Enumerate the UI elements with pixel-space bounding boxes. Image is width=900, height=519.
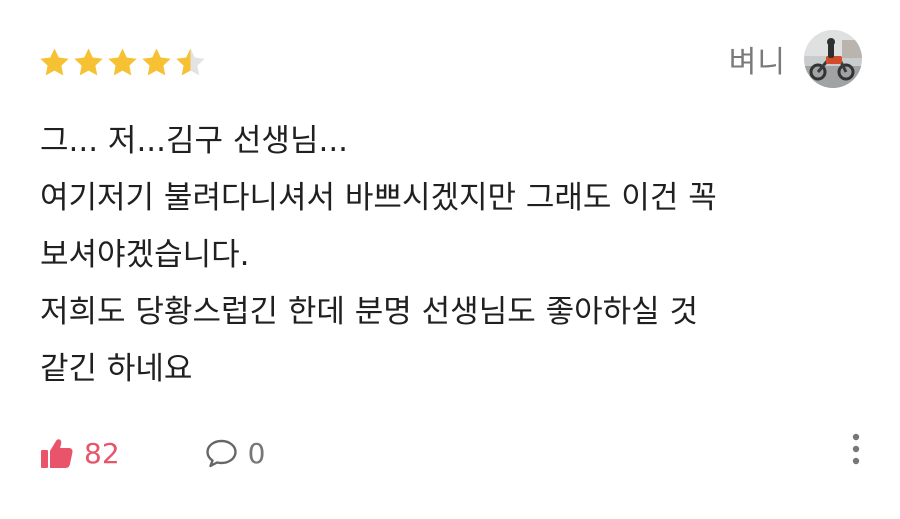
author-name[interactable]: 벼니 [729, 37, 786, 81]
star-icon [40, 47, 69, 75]
review-text: 그... 저...김구 선생님... 여기저기 불려다니셔서 바쁘시겠지만 그래… [40, 113, 860, 398]
thumbs-up-icon [41, 439, 73, 468]
star-rating [38, 42, 207, 82]
review-text-line: 보셔야겠습니다. [40, 237, 250, 273]
star-icon [108, 47, 137, 75]
review-text-line: 같긴 하네요 [40, 351, 193, 387]
speech-bubble-icon [205, 439, 237, 468]
comment-button[interactable]: 0 [205, 436, 266, 470]
review-text-line: 그... 저...김구 선생님... [40, 123, 349, 159]
star-icon [74, 47, 103, 75]
comment-count: 0 [247, 436, 266, 470]
review-card: 벼니 그... 저...김구 선생님... 여기저기 불려다니셔서 바쁘시겠지만… [0, 0, 900, 519]
like-button[interactable]: 82 [40, 437, 120, 470]
star-half-icon [176, 47, 205, 75]
review-actions: 82 0 [40, 430, 265, 476]
like-count: 82 [84, 436, 120, 470]
vertical-ellipsis-icon [852, 433, 860, 465]
review-text-line: 여기저기 불려다니셔서 바쁘시겠지만 그래도 이건 꼭 [40, 180, 717, 216]
review-author[interactable]: 벼니 [729, 30, 862, 88]
more-options-button[interactable] [844, 429, 868, 469]
avatar[interactable] [804, 30, 862, 88]
star-icon [142, 47, 171, 75]
review-text-line: 저희도 당황스럽긴 한데 분명 선생님도 좋아하실 것 [40, 294, 699, 330]
